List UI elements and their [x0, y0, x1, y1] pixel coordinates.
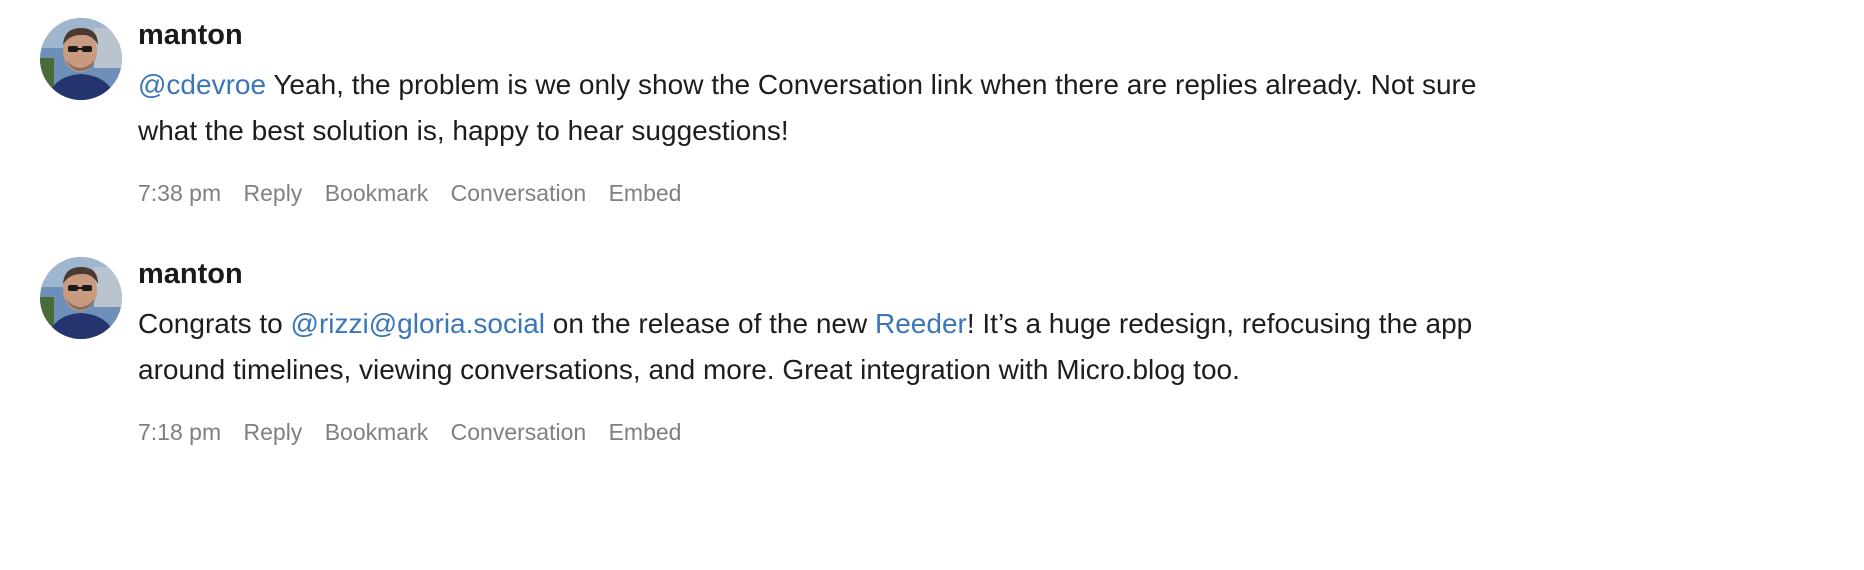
bookmark-button[interactable]: Bookmark — [325, 419, 429, 445]
reeder-link[interactable]: Reeder — [875, 308, 967, 339]
conversation-button[interactable]: Conversation — [451, 180, 587, 206]
reply-button[interactable]: Reply — [244, 180, 303, 206]
bookmark-button[interactable]: Bookmark — [325, 180, 429, 206]
post-text: on the release of the new — [545, 308, 875, 339]
user-avatar[interactable] — [40, 18, 122, 100]
embed-button[interactable]: Embed — [609, 419, 682, 445]
user-avatar[interactable] — [40, 257, 122, 339]
embed-button[interactable]: Embed — [609, 180, 682, 206]
reply-button[interactable]: Reply — [244, 419, 303, 445]
avatar-photo-icon — [40, 18, 122, 100]
post-actions: 7:18 pm Reply Bookmark Conversation Embe… — [138, 417, 697, 447]
post-text: Congrats to — [138, 308, 291, 339]
post-content: Congrats to @rizzi@gloria.social on the … — [138, 301, 1528, 393]
mention-link[interactable]: @cdevroe — [138, 69, 266, 100]
post-timestamp-link[interactable]: 7:38 pm — [138, 180, 221, 206]
post-content: @cdevroe Yeah, the problem is we only sh… — [138, 62, 1528, 154]
mention-link[interactable]: @rizzi@gloria.social — [291, 308, 545, 339]
post-text: Yeah, the problem is we only show the Co… — [138, 69, 1477, 146]
post-actions: 7:38 pm Reply Bookmark Conversation Embe… — [138, 178, 697, 208]
post-timestamp-link[interactable]: 7:18 pm — [138, 419, 221, 445]
avatar-photo-icon — [40, 257, 122, 339]
conversation-button[interactable]: Conversation — [451, 419, 587, 445]
post-author[interactable]: manton — [138, 18, 243, 52]
post-author[interactable]: manton — [138, 257, 243, 291]
